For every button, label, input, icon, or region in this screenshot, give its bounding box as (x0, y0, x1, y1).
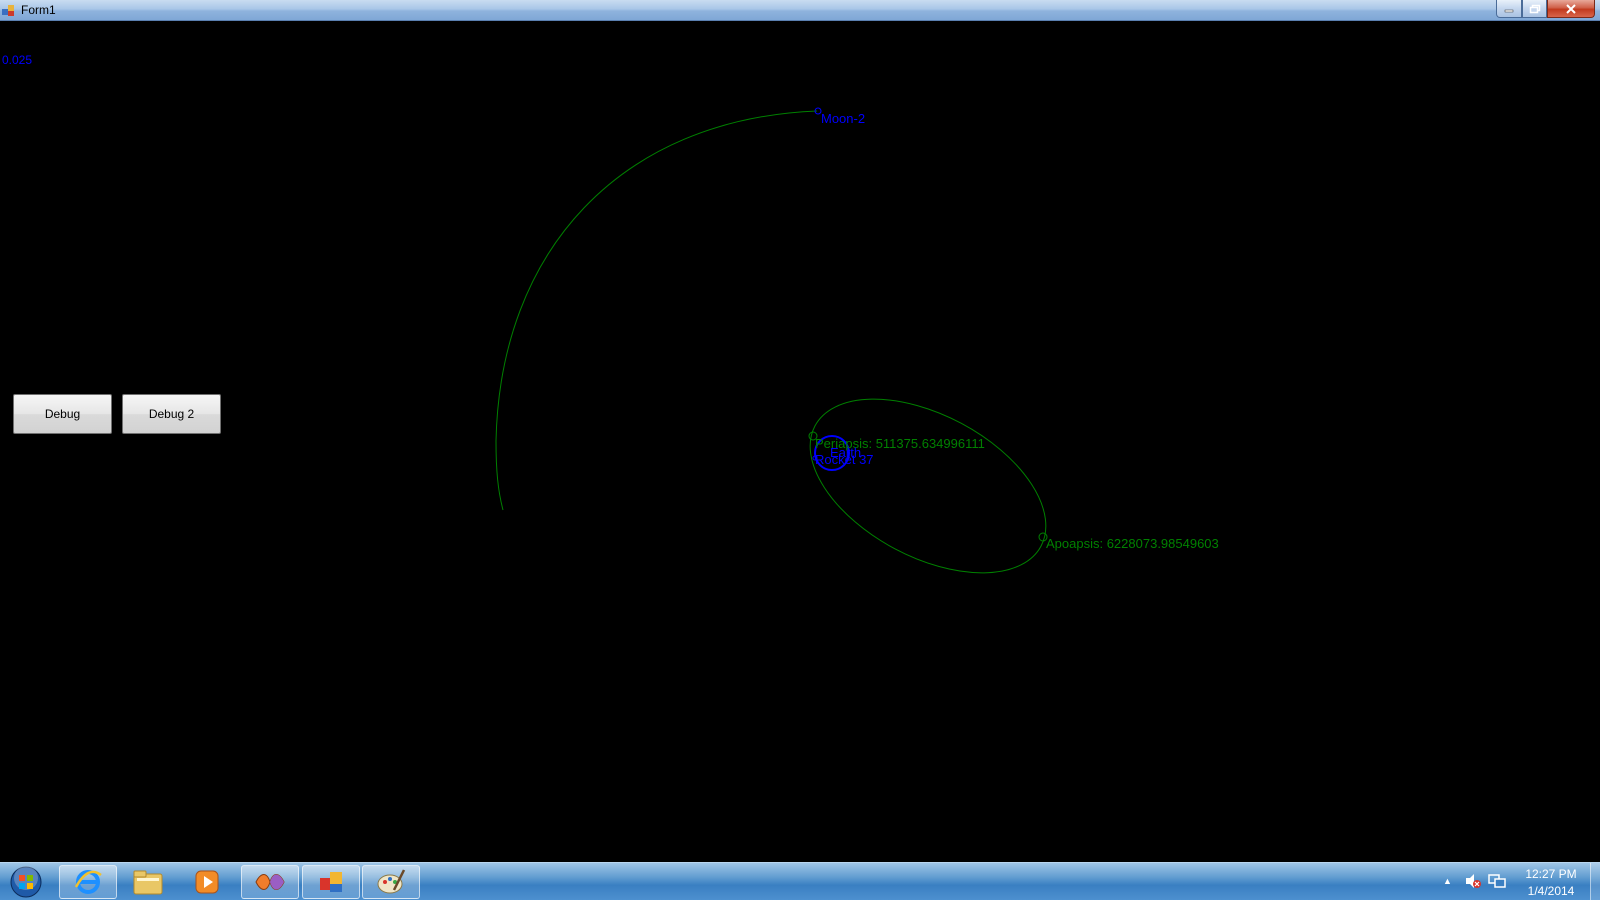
start-orb-icon[interactable] (4, 864, 48, 900)
taskbar-media-player[interactable] (178, 865, 236, 899)
zoom-readout: 0.025 (2, 53, 33, 67)
form-client-area[interactable]: Moon-2 Periapsis: 511375.634996111 Earth… (0, 21, 1600, 862)
show-hidden-icons-icon[interactable]: ▲ (1443, 876, 1452, 886)
restore-icon (1529, 4, 1540, 13)
internet-explorer-icon (74, 870, 102, 894)
minimize-button[interactable] (1496, 0, 1522, 18)
apoapsis-label: Apoapsis: 6228073.98549603 (1046, 536, 1219, 551)
media-player-icon (195, 870, 219, 894)
visual-studio-icon (255, 874, 285, 890)
close-button[interactable] (1547, 0, 1595, 18)
taskbar: ▲ 12:27 PM 1/4/2014 (0, 862, 1600, 900)
taskbar-visual-studio[interactable] (241, 865, 299, 899)
moon-orbit-arc (495, 110, 818, 511)
window-title: Form1 (21, 3, 56, 17)
minimize-icon (1504, 9, 1514, 12)
volume-muted-icon[interactable] (1464, 873, 1482, 889)
taskbar-paint[interactable] (362, 865, 420, 899)
debug-2-button[interactable]: Debug 2 (122, 394, 221, 434)
orbit-canvas[interactable]: Moon-2 Periapsis: 511375.634996111 Earth… (0, 21, 1600, 862)
folder-icon (133, 870, 163, 895)
show-desktop-button[interactable] (1590, 863, 1600, 900)
clock-time[interactable]: 12:27 PM (1508, 867, 1594, 881)
taskbar-explorer[interactable] (119, 865, 177, 899)
moon-label: Moon-2 (821, 111, 865, 126)
paint-icon (377, 869, 406, 894)
rocket-label: Rocket 37 (815, 452, 874, 467)
control-panel-icon (320, 872, 342, 892)
taskbar-internet-explorer[interactable] (59, 865, 117, 899)
restore-button[interactable] (1522, 0, 1547, 18)
taskbar-control-panel[interactable] (302, 865, 360, 899)
clock-date[interactable]: 1/4/2014 (1508, 884, 1594, 898)
debug-button[interactable]: Debug (13, 394, 112, 434)
form-icon (2, 5, 14, 16)
network-icon[interactable] (1488, 873, 1506, 889)
rocket-orbit-ellipse (809, 398, 1047, 574)
close-icon (1566, 3, 1576, 14)
title-bar[interactable]: Form1 (0, 0, 1600, 21)
